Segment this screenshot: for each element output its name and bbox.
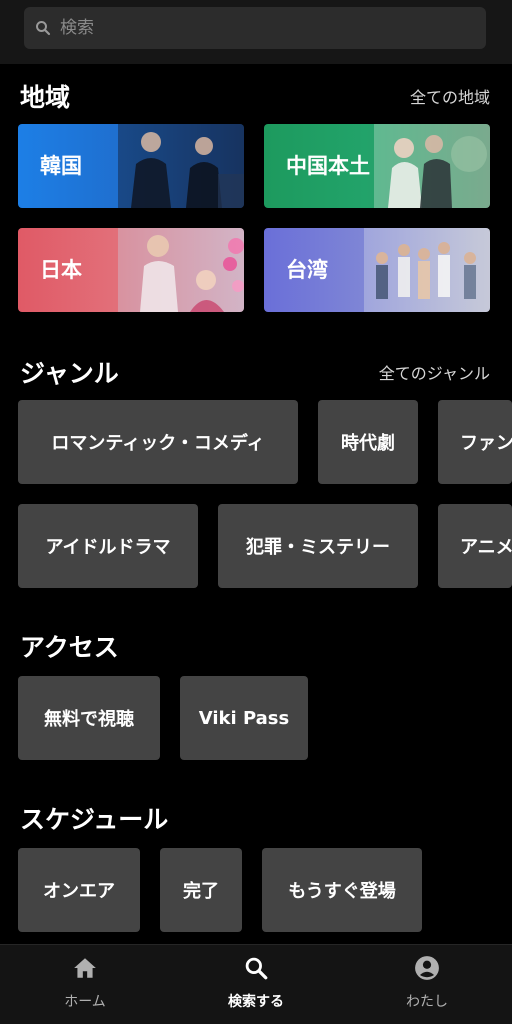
- region-card-taiwan[interactable]: 台湾: [264, 228, 490, 312]
- region-card-china[interactable]: 中国本土: [264, 124, 490, 208]
- schedule-title: スケジュール: [20, 805, 169, 834]
- region-label-china: 中国本土: [286, 154, 370, 178]
- nav-home[interactable]: ホーム: [0, 945, 170, 1024]
- genre-chip-fantasy[interactable]: ファン: [438, 400, 512, 484]
- nav-me[interactable]: わたし: [342, 945, 512, 1024]
- region-label-japan: 日本: [40, 258, 82, 282]
- nav-search[interactable]: 検索する: [171, 945, 341, 1024]
- genre-chip-period-drama[interactable]: 時代劇: [318, 400, 418, 484]
- access-title: アクセス: [20, 633, 119, 662]
- genres-title: ジャンル: [20, 359, 119, 388]
- explore-screen: 地域 全ての地域 韓国 中国本土: [0, 0, 512, 1024]
- search-icon: [245, 957, 268, 980]
- search-input[interactable]: [52, 7, 486, 49]
- schedule-chip-coming-soon[interactable]: もうすぐ登場: [262, 848, 422, 932]
- home-icon: [74, 958, 96, 978]
- genre-chip-crime-mystery[interactable]: 犯罪・ミステリー: [218, 504, 418, 588]
- nav-me-label: わたし: [406, 994, 448, 1010]
- genre-chip-romantic-comedy[interactable]: ロマンティック・コメディ: [18, 400, 298, 484]
- region-card-korea[interactable]: 韓国: [18, 124, 244, 208]
- search-bar[interactable]: [24, 7, 486, 49]
- account-icon: [415, 956, 439, 980]
- genre-chip-anime[interactable]: アニメ: [438, 504, 512, 588]
- nav-search-label: 検索する: [228, 994, 284, 1010]
- nav-home-label: ホーム: [64, 994, 106, 1010]
- regions-title: 地域: [20, 83, 71, 112]
- bottom-navigation: ホーム 検索する わたし: [0, 944, 512, 1024]
- region-label-korea: 韓国: [40, 154, 82, 178]
- access-chip-free[interactable]: 無料で視聴: [18, 676, 160, 760]
- region-card-japan[interactable]: 日本: [18, 228, 244, 312]
- all-regions-link[interactable]: 全ての地域: [410, 84, 490, 108]
- genre-chip-idol-drama[interactable]: アイドルドラマ: [18, 504, 198, 588]
- all-genres-link[interactable]: 全てのジャンル: [379, 360, 490, 384]
- search-icon: [36, 21, 51, 36]
- search-header: [0, 0, 512, 64]
- schedule-chip-on-air[interactable]: オンエア: [18, 848, 140, 932]
- region-label-taiwan: 台湾: [286, 258, 328, 282]
- schedule-chip-completed[interactable]: 完了: [160, 848, 242, 932]
- access-chip-viki-pass[interactable]: Viki Pass: [180, 676, 308, 760]
